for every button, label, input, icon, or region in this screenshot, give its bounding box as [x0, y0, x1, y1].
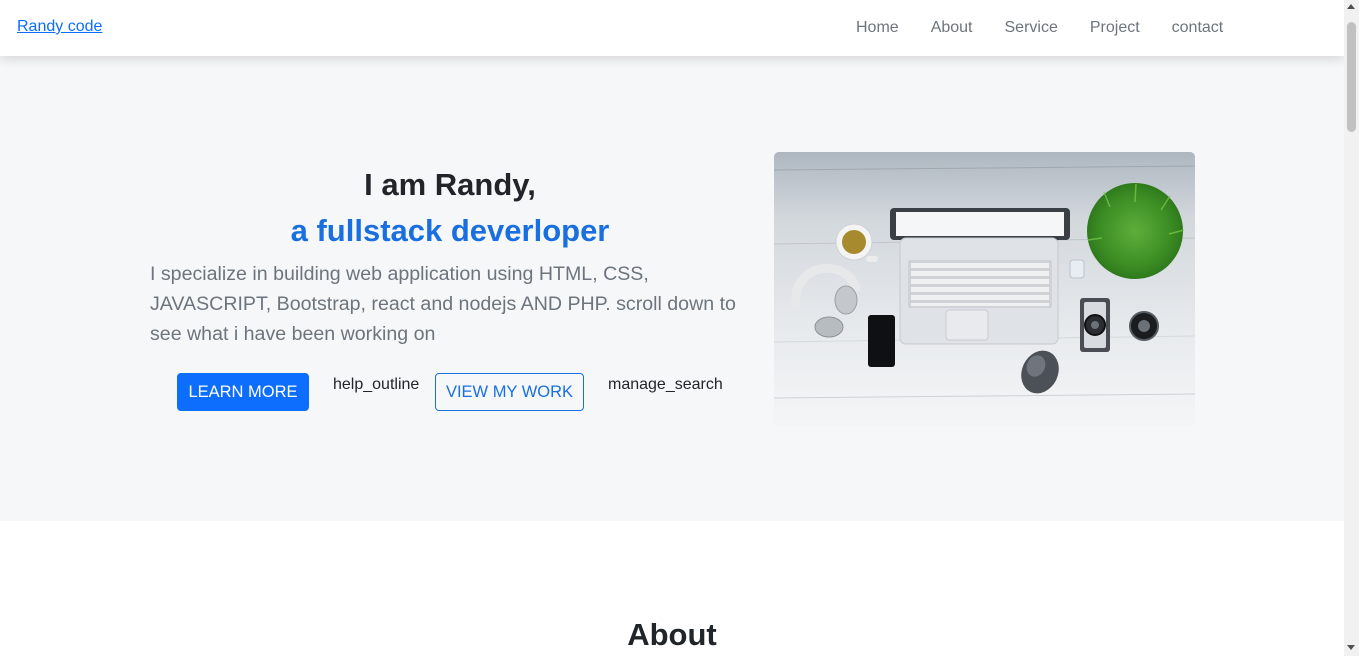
brand-link[interactable]: Randy code [17, 18, 102, 36]
nav-link-project[interactable]: Project [1074, 19, 1156, 37]
hero-section: I am Randy, a fullstack deverloper I spe… [0, 56, 1344, 521]
scroll-up-arrow-icon[interactable] [1347, 4, 1355, 9]
learn-more-button[interactable]: LEARN MORE [177, 373, 309, 411]
nav-links: Home About Service Project contact [840, 0, 1239, 56]
hero-desk-image [774, 152, 1195, 425]
view-my-work-button[interactable]: VIEW MY WORK [435, 373, 584, 411]
help-outline-icon: help_outline [333, 376, 420, 393]
hero-subtitle: a fullstack deverloper [290, 213, 610, 248]
page: Randy code Home About Service Project co… [0, 0, 1344, 656]
nav-link-home[interactable]: Home [840, 19, 915, 37]
scroll-down-arrow-icon[interactable] [1347, 645, 1355, 650]
hero-description: I specialize in building web application… [150, 263, 736, 345]
about-title: About [627, 617, 717, 652]
navbar: Randy code Home About Service Project co… [0, 0, 1344, 56]
page-scrollbar[interactable] [1344, 0, 1359, 656]
manage-search-icon: manage_search [608, 376, 723, 393]
hero-title: I am Randy, [364, 167, 536, 202]
nav-link-contact[interactable]: contact [1156, 19, 1240, 37]
nav-link-service[interactable]: Service [989, 19, 1074, 37]
nav-link-about[interactable]: About [915, 19, 989, 37]
scroll-thumb[interactable] [1347, 22, 1356, 132]
